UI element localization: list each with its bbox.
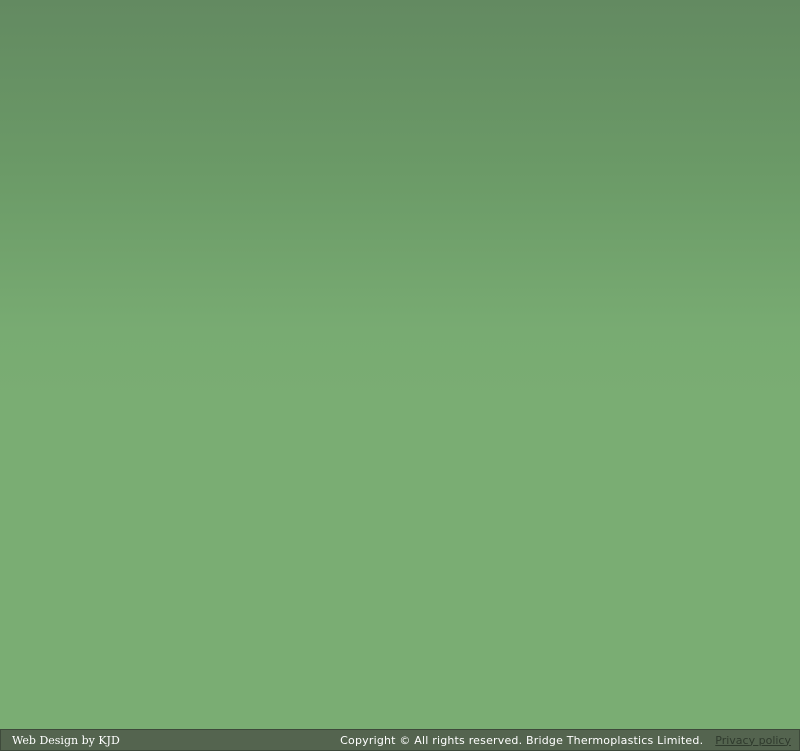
copyright-text: Copyright © All rights reserved. Bridge … bbox=[340, 733, 704, 747]
footer-bar: Web Design by KJD Copyright © All rights… bbox=[0, 729, 800, 751]
page-background bbox=[0, 0, 800, 729]
privacy-policy-link[interactable]: Privacy policy bbox=[715, 734, 791, 747]
footer-right: Copyright © All rights reserved. Bridge … bbox=[340, 734, 799, 747]
web-design-credit: Web Design by KJD bbox=[12, 733, 120, 747]
